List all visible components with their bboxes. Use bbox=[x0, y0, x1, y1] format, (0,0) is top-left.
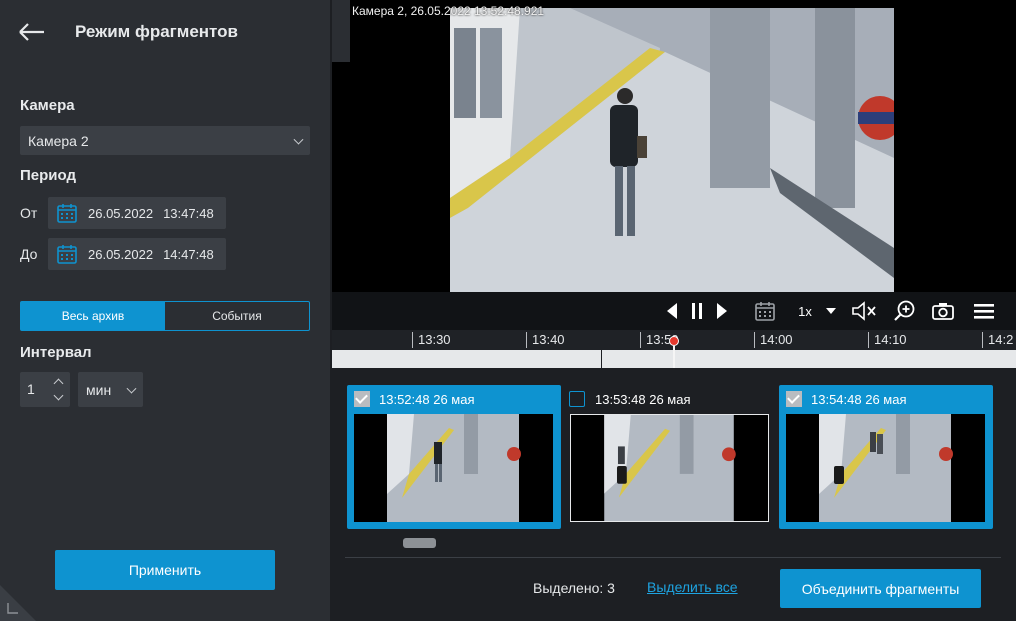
fragment-thumbnail bbox=[570, 414, 769, 522]
camera-timestamp: Камера 2, 26.05.2022 13:52:48.921 bbox=[352, 4, 545, 18]
speed-value[interactable]: 1x bbox=[792, 299, 818, 323]
fragment-title: 13:54:48 26 мая bbox=[811, 392, 907, 407]
horizontal-scrollbar[interactable] bbox=[403, 538, 436, 548]
apply-button[interactable]: Применить bbox=[55, 550, 275, 590]
video-frame bbox=[450, 8, 894, 292]
pause-icon[interactable] bbox=[687, 299, 707, 323]
fragments-panel: 13:52:48 26 мая 13:53:48 26 мая 13:54:48… bbox=[332, 368, 1016, 621]
fragment-card[interactable]: 13:52:48 26 мая bbox=[347, 385, 561, 529]
calendar-icon bbox=[57, 245, 77, 264]
timeline-tick-label: 14:2 bbox=[988, 332, 1014, 347]
checkbox-checked-icon[interactable] bbox=[354, 391, 370, 407]
calendar-icon[interactable] bbox=[752, 299, 778, 323]
video-left-strip bbox=[332, 0, 350, 62]
interval-unit-select[interactable]: мин bbox=[78, 372, 143, 407]
selected-count: Выделено: 3 bbox=[533, 580, 615, 596]
merge-fragments-button[interactable]: Объединить фрагменты bbox=[780, 569, 981, 608]
camera-select-value: Камера 2 bbox=[28, 132, 89, 149]
timeline[interactable]: 13:30 13:40 13:50 14:00 14:10 14:2 bbox=[332, 330, 1016, 368]
fragment-title: 13:52:48 26 мая bbox=[379, 392, 475, 407]
player-controls: 1x bbox=[332, 292, 1016, 330]
zoom-in-icon[interactable] bbox=[892, 299, 918, 323]
fragment-settings-panel: Режим фрагментов Камера Камера 2 Период … bbox=[0, 0, 330, 621]
chevron-down-icon[interactable] bbox=[53, 390, 64, 401]
speed-dropdown-icon[interactable] bbox=[824, 299, 838, 323]
to-time: 14:47:48 bbox=[163, 246, 214, 262]
timeline-tick bbox=[754, 332, 755, 348]
tab-all-archive[interactable]: Весь архив bbox=[21, 302, 165, 330]
timeline-tick bbox=[640, 332, 641, 348]
from-time: 13:47:48 bbox=[163, 205, 214, 221]
interval-unit-value: мин bbox=[86, 381, 112, 398]
fragment-thumbnail bbox=[354, 414, 553, 522]
calendar-icon bbox=[57, 204, 77, 223]
chevron-up-icon[interactable] bbox=[53, 378, 64, 389]
fragment-card[interactable]: 13:54:48 26 мая bbox=[779, 385, 993, 529]
select-all-link[interactable]: Выделить все bbox=[647, 579, 738, 595]
timeline-tick-label: 13:40 bbox=[532, 332, 565, 347]
timeline-tick bbox=[412, 332, 413, 348]
timeline-cursor bbox=[601, 350, 602, 368]
interval-stepper[interactable]: 1 bbox=[20, 372, 70, 407]
from-date: 26.05.2022 bbox=[88, 205, 154, 221]
source-toggle: Весь архив События bbox=[20, 301, 310, 331]
mute-icon[interactable] bbox=[850, 299, 878, 323]
app-window: Режим фрагментов Камера Камера 2 Период … bbox=[0, 0, 1016, 621]
to-label: До bbox=[20, 246, 38, 262]
interval-value: 1 bbox=[27, 381, 35, 397]
tab-events[interactable]: События bbox=[165, 302, 309, 330]
from-label: От bbox=[20, 205, 38, 221]
panel-title: Режим фрагментов bbox=[75, 22, 238, 41]
fragment-title: 13:53:48 26 мая bbox=[595, 392, 691, 407]
checkbox-unchecked-icon[interactable] bbox=[569, 391, 585, 407]
divider bbox=[345, 557, 1001, 558]
step-forward-icon[interactable] bbox=[712, 299, 732, 323]
playhead-line bbox=[673, 346, 675, 368]
interval-label: Интервал bbox=[20, 344, 92, 361]
to-datetime-field[interactable]: 26.05.2022 14:47:48 bbox=[48, 238, 226, 270]
chevron-down-icon bbox=[126, 383, 137, 394]
playhead-marker[interactable] bbox=[669, 336, 679, 346]
snapshot-icon[interactable] bbox=[930, 299, 956, 323]
timeline-tick bbox=[982, 332, 983, 348]
camera-label: Камера bbox=[20, 97, 75, 114]
timeline-tick bbox=[868, 332, 869, 348]
camera-select[interactable]: Камера 2 bbox=[20, 126, 310, 155]
step-back-icon[interactable] bbox=[662, 299, 682, 323]
from-datetime-field[interactable]: 26.05.2022 13:47:48 bbox=[48, 197, 226, 229]
resize-grip-icon[interactable] bbox=[0, 577, 44, 621]
video-player[interactable]: Камера 2, 26.05.2022 13:52:48.921 1x bbox=[332, 0, 1016, 330]
to-date: 26.05.2022 bbox=[88, 246, 154, 262]
timeline-tick-label: 14:10 bbox=[874, 332, 907, 347]
chevron-down-icon bbox=[293, 134, 304, 145]
fragment-card[interactable]: 13:53:48 26 мая bbox=[563, 385, 777, 529]
fragment-thumbnail bbox=[786, 414, 985, 522]
period-label: Период bbox=[20, 167, 76, 184]
back-arrow-icon[interactable] bbox=[18, 20, 46, 44]
checkbox-checked-icon[interactable] bbox=[786, 391, 802, 407]
menu-icon[interactable] bbox=[972, 299, 996, 323]
timeline-tick-label: 13:30 bbox=[418, 332, 451, 347]
timeline-tick bbox=[526, 332, 527, 348]
timeline-tick-label: 14:00 bbox=[760, 332, 793, 347]
